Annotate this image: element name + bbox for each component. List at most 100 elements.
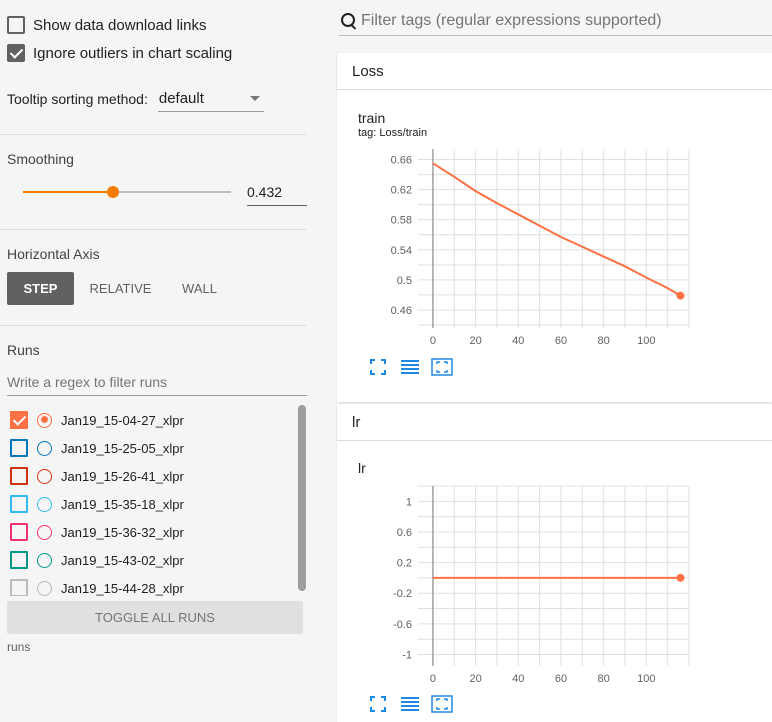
show-download-links-checkbox[interactable] [7,16,25,34]
run-name: Jan19_15-04-27_xlpr [61,412,184,428]
series-end-point [676,291,685,300]
run-radio[interactable] [37,412,52,428]
run-checkbox[interactable] [10,467,28,485]
data-table-icon[interactable] [399,357,421,377]
axis-step-button[interactable]: STEP [7,272,74,305]
horizontal-axis-title: Horizontal Axis [7,246,100,262]
x-tick-label: 0 [430,335,436,347]
group-header-loss[interactable]: Loss [337,53,772,89]
fit-domain-icon[interactable] [431,694,453,714]
run-radio[interactable] [37,468,52,484]
search-icon [339,11,359,31]
run-item[interactable]: Jan19_15-36-32_xlpr [10,521,184,543]
tag-filter-input[interactable]: Filter tags (regular expressions support… [361,12,662,30]
x-tick-label: 60 [555,673,567,685]
group-title: lr [352,413,361,431]
run-item[interactable]: Jan19_15-35-18_xlpr [10,493,184,515]
show-download-links-label: Show data download links [33,16,207,34]
chart-card-lr: lr 0 20 40 60 80 100 1 0.6 0.2 -0.2 -0.6 -1 [337,441,772,722]
x-tick-label: 40 [512,335,524,347]
toggle-all-runs-button[interactable]: TOGGLE ALL RUNS [7,601,303,634]
run-item[interactable]: Jan19_15-44-28_xlpr [10,577,184,596]
x-tick-label: 100 [637,673,655,685]
run-radio[interactable] [37,440,52,456]
x-tick-label: 100 [637,335,655,347]
run-radio[interactable] [37,496,52,512]
group-title: Loss [352,62,384,80]
tooltip-sorting-value: default [158,90,204,107]
horizontal-axis-toggle: STEP RELATIVE WALL [7,272,232,305]
y-tick-label: 0.54 [391,245,412,257]
y-tick-label: 0.62 [391,185,412,197]
runs-filter-input[interactable]: Write a regex to filter runs [7,372,307,396]
ignore-outliers-option[interactable]: Ignore outliers in chart scaling [7,43,232,63]
x-tick-label: 60 [555,335,567,347]
fit-domain-icon[interactable] [431,357,453,377]
smoothing-value-input[interactable]: 0.432 [247,180,307,206]
chart-card-loss-train: train tag: Loss/train 0 20 40 60 80 100 0.66 0.… [337,90,772,402]
chart-actions [367,694,463,714]
run-checkbox[interactable] [10,579,28,596]
main-panel: Filter tags (regular expressions support… [322,0,772,722]
axis-relative-button[interactable]: RELATIVE [74,272,167,305]
tooltip-sorting-row: Tooltip sorting method: default [7,86,264,112]
tag-filter-bar[interactable]: Filter tags (regular expressions support… [339,6,772,36]
ignore-outliers-label: Ignore outliers in chart scaling [33,44,233,62]
loss-train-chart: 0 20 40 60 80 100 0.66 0.62 0.58 0.54 0.5 0.46 [391,149,690,347]
axis-wall-button[interactable]: WALL [167,272,232,305]
smoothing-title: Smoothing [7,151,74,167]
tooltip-sorting-select[interactable]: default [157,86,264,112]
y-tick-label: 0.66 [391,155,412,167]
expand-icon[interactable] [367,694,389,714]
runs-scrollbar[interactable] [298,405,306,591]
x-tick-label: 20 [469,335,481,347]
run-item[interactable]: Jan19_15-43-02_xlpr [10,549,184,571]
chart-actions [367,357,463,377]
y-tick-label: -0.6 [393,619,412,631]
chevron-down-icon [249,96,260,101]
smoothing-slider-fill [23,191,113,193]
settings-sidebar: Show data download links Ignore outliers… [0,0,322,722]
y-tick-label: 0.58 [391,215,412,227]
series-line [432,162,681,297]
run-checkbox[interactable] [10,495,28,513]
run-checkbox[interactable] [10,439,28,457]
run-item[interactable]: Jan19_15-25-05_xlpr [10,437,184,459]
smoothing-slider-thumb[interactable] [106,186,119,198]
y-tick-label: 0.5 [397,275,412,287]
run-radio[interactable] [37,524,52,540]
run-name: Jan19_15-35-18_xlpr [61,496,184,512]
run-name: Jan19_15-36-32_xlpr [61,524,184,540]
run-name: Jan19_15-44-28_xlpr [61,580,184,596]
group-header-lr[interactable]: lr [337,404,772,440]
run-checkbox[interactable] [10,523,28,541]
y-tick-label: 0.2 [397,558,412,570]
data-table-icon[interactable] [399,694,421,714]
run-item[interactable]: Jan19_15-26-41_xlpr [10,465,184,487]
run-name: Jan19_15-25-05_xlpr [61,440,184,456]
divider [0,325,306,326]
divider [0,134,306,135]
run-item[interactable]: Jan19_15-04-27_xlpr [10,409,184,431]
ignore-outliers-checkbox[interactable] [7,44,25,62]
run-checkbox[interactable] [10,551,28,569]
x-tick-label: 0 [430,673,436,685]
expand-icon[interactable] [367,357,389,377]
y-tick-label: 0.46 [391,305,412,317]
run-name: Jan19_15-43-02_xlpr [61,552,184,568]
run-radio[interactable] [37,552,52,568]
x-tick-label: 80 [598,335,610,347]
x-tick-label: 40 [512,673,524,685]
lr-chart: 0 20 40 60 80 100 1 0.6 0.2 -0.2 -0.6 -1 [393,485,690,685]
y-tick-label: -0.2 [393,588,412,600]
show-download-links-option[interactable]: Show data download links [7,15,206,35]
runs-title: Runs [7,342,40,358]
y-tick-label: 1 [406,496,412,508]
run-radio[interactable] [37,580,52,596]
runs-footer-label: runs [7,640,31,654]
series-end-point [676,573,685,582]
x-tick-label: 20 [469,673,481,685]
y-tick-label: 0.6 [397,527,412,539]
run-checkbox[interactable] [10,411,28,429]
run-name: Jan19_15-26-41_xlpr [61,468,184,484]
